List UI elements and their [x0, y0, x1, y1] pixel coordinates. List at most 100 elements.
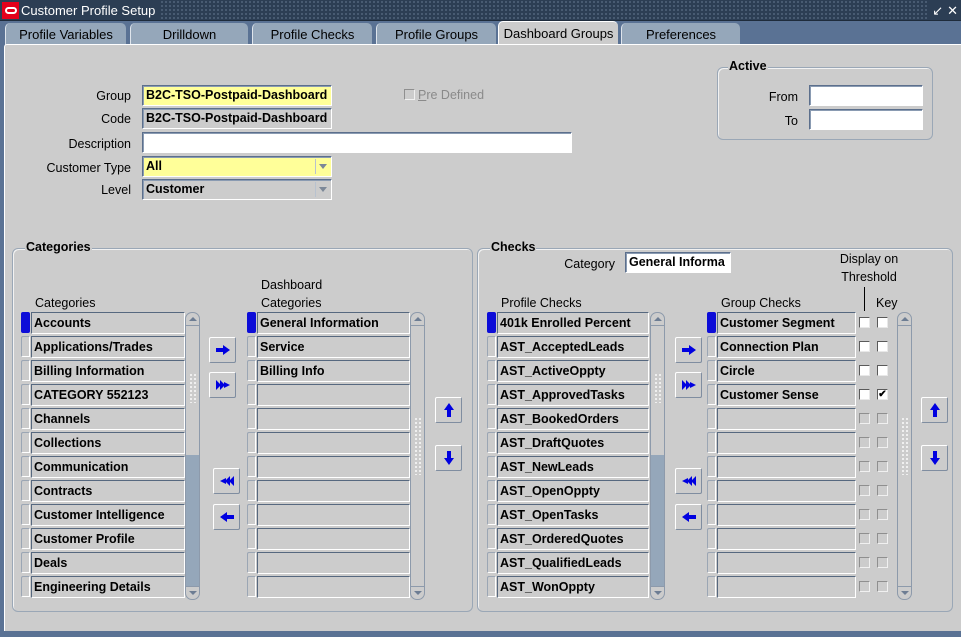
tab-profile-variables[interactable]: Profile Variables — [5, 23, 126, 45]
row-indicator[interactable] — [707, 552, 716, 573]
list-item[interactable]: AST_ActiveOppty — [497, 360, 649, 382]
list-row[interactable] — [247, 551, 410, 574]
list-row[interactable] — [247, 455, 410, 478]
row-indicator[interactable] — [487, 480, 496, 501]
row-indicator[interactable] — [487, 360, 496, 381]
list-row[interactable] — [707, 527, 856, 550]
row-indicator[interactable] — [21, 312, 30, 333]
add-check-button[interactable] — [675, 337, 702, 363]
list-row[interactable] — [247, 383, 410, 406]
row-indicator[interactable] — [21, 504, 30, 525]
list-row[interactable]: Deals — [21, 551, 185, 574]
move-down-button[interactable] — [435, 445, 462, 471]
move-left-button[interactable] — [213, 504, 240, 530]
list-row[interactable]: Channels — [21, 407, 185, 430]
row-indicator[interactable] — [247, 408, 256, 429]
row-indicator[interactable] — [247, 360, 256, 381]
display-threshold-checkbox[interactable] — [859, 413, 870, 424]
list-row[interactable]: Billing Information — [21, 359, 185, 382]
list-row[interactable]: Customer Intelligence — [21, 503, 185, 526]
display-threshold-checkbox[interactable] — [859, 365, 870, 376]
display-threshold-checkbox[interactable] — [859, 485, 870, 496]
list-item[interactable] — [257, 528, 410, 550]
list-item[interactable]: Applications/Trades — [31, 336, 185, 358]
list-row[interactable]: Collections — [21, 431, 185, 454]
list-row[interactable]: AST_OpenTasks — [487, 503, 649, 526]
display-threshold-checkbox[interactable] — [859, 341, 870, 352]
row-indicator[interactable] — [247, 576, 256, 597]
row-indicator[interactable] — [21, 552, 30, 573]
close-icon[interactable]: ✕ — [947, 4, 958, 17]
list-item[interactable]: AST_OrderedQuotes — [497, 528, 649, 550]
key-checkbox[interactable] — [877, 317, 888, 328]
profile-checks-scrollbar[interactable] — [650, 312, 665, 600]
display-threshold-checkbox[interactable] — [859, 389, 870, 400]
list-item[interactable]: Billing Information — [31, 360, 185, 382]
key-checkbox[interactable] — [877, 509, 888, 520]
tab-preferences[interactable]: Preferences — [621, 23, 740, 45]
row-indicator[interactable] — [487, 432, 496, 453]
group-checks-scrollbar[interactable] — [897, 312, 912, 600]
scroll-grip[interactable] — [189, 373, 196, 403]
key-checkbox[interactable] — [877, 341, 888, 352]
key-checkbox[interactable] — [877, 533, 888, 544]
list-item[interactable]: Engineering Details — [31, 576, 185, 598]
list-row[interactable]: Applications/Trades — [21, 335, 185, 358]
move-check-up-button[interactable] — [921, 397, 948, 423]
row-indicator[interactable] — [707, 528, 716, 549]
list-row[interactable]: Accounts — [21, 311, 185, 334]
row-indicator[interactable] — [487, 408, 496, 429]
row-indicator[interactable] — [21, 480, 30, 501]
list-row[interactable]: AST_OrderedQuotes — [487, 527, 649, 550]
list-row[interactable] — [247, 503, 410, 526]
row-indicator[interactable] — [707, 384, 716, 405]
list-row[interactable] — [247, 431, 410, 454]
list-item[interactable] — [257, 552, 410, 574]
scroll-down-icon[interactable] — [411, 586, 424, 599]
list-row[interactable] — [707, 575, 856, 598]
scroll-down-icon[interactable] — [651, 586, 664, 599]
scroll-up-icon[interactable] — [411, 313, 424, 326]
display-threshold-checkbox[interactable] — [859, 581, 870, 592]
list-row[interactable]: AST_NewLeads — [487, 455, 649, 478]
key-checkbox[interactable] — [877, 581, 888, 592]
list-item[interactable]: AST_OpenOppty — [497, 480, 649, 502]
display-threshold-checkbox[interactable] — [859, 533, 870, 544]
scroll-grip[interactable] — [654, 373, 661, 403]
move-all-right-button[interactable] — [209, 372, 236, 398]
available-categories-scrollbar[interactable] — [185, 312, 200, 600]
list-item[interactable] — [257, 576, 410, 598]
scroll-up-icon[interactable] — [651, 313, 664, 326]
list-item[interactable] — [257, 432, 410, 454]
add-all-checks-button[interactable] — [675, 372, 702, 398]
list-row[interactable]: General Information — [247, 311, 410, 334]
row-indicator[interactable] — [247, 456, 256, 477]
list-row[interactable]: AST_OpenOppty — [487, 479, 649, 502]
list-item[interactable]: General Information — [257, 312, 410, 334]
scroll-up-icon[interactable] — [898, 313, 911, 326]
row-indicator[interactable] — [487, 384, 496, 405]
list-item[interactable]: AST_OpenTasks — [497, 504, 649, 526]
key-checkbox[interactable] — [877, 485, 888, 496]
move-right-button[interactable] — [209, 337, 236, 363]
active-to-field[interactable] — [809, 109, 923, 130]
list-item[interactable]: Accounts — [31, 312, 185, 334]
row-indicator[interactable] — [707, 576, 716, 597]
list-row[interactable]: Billing Info — [247, 359, 410, 382]
list-item[interactable]: Contracts — [31, 480, 185, 502]
key-checkbox[interactable] — [877, 437, 888, 448]
list-item[interactable]: AST_QualifiedLeads — [497, 552, 649, 574]
list-item[interactable]: Channels — [31, 408, 185, 430]
list-row[interactable]: AST_QualifiedLeads — [487, 551, 649, 574]
list-item[interactable]: Customer Segment — [717, 312, 856, 334]
list-row[interactable]: Contracts — [21, 479, 185, 502]
predefined-checkbox[interactable] — [404, 89, 415, 100]
list-item[interactable]: Communication — [31, 456, 185, 478]
list-item[interactable]: Connection Plan — [717, 336, 856, 358]
list-item[interactable]: AST_WonOppty — [497, 576, 649, 598]
list-row[interactable]: Engineering Details — [21, 575, 185, 598]
row-indicator[interactable] — [707, 480, 716, 501]
row-indicator[interactable] — [707, 312, 716, 333]
row-indicator[interactable] — [21, 456, 30, 477]
list-item[interactable] — [257, 408, 410, 430]
